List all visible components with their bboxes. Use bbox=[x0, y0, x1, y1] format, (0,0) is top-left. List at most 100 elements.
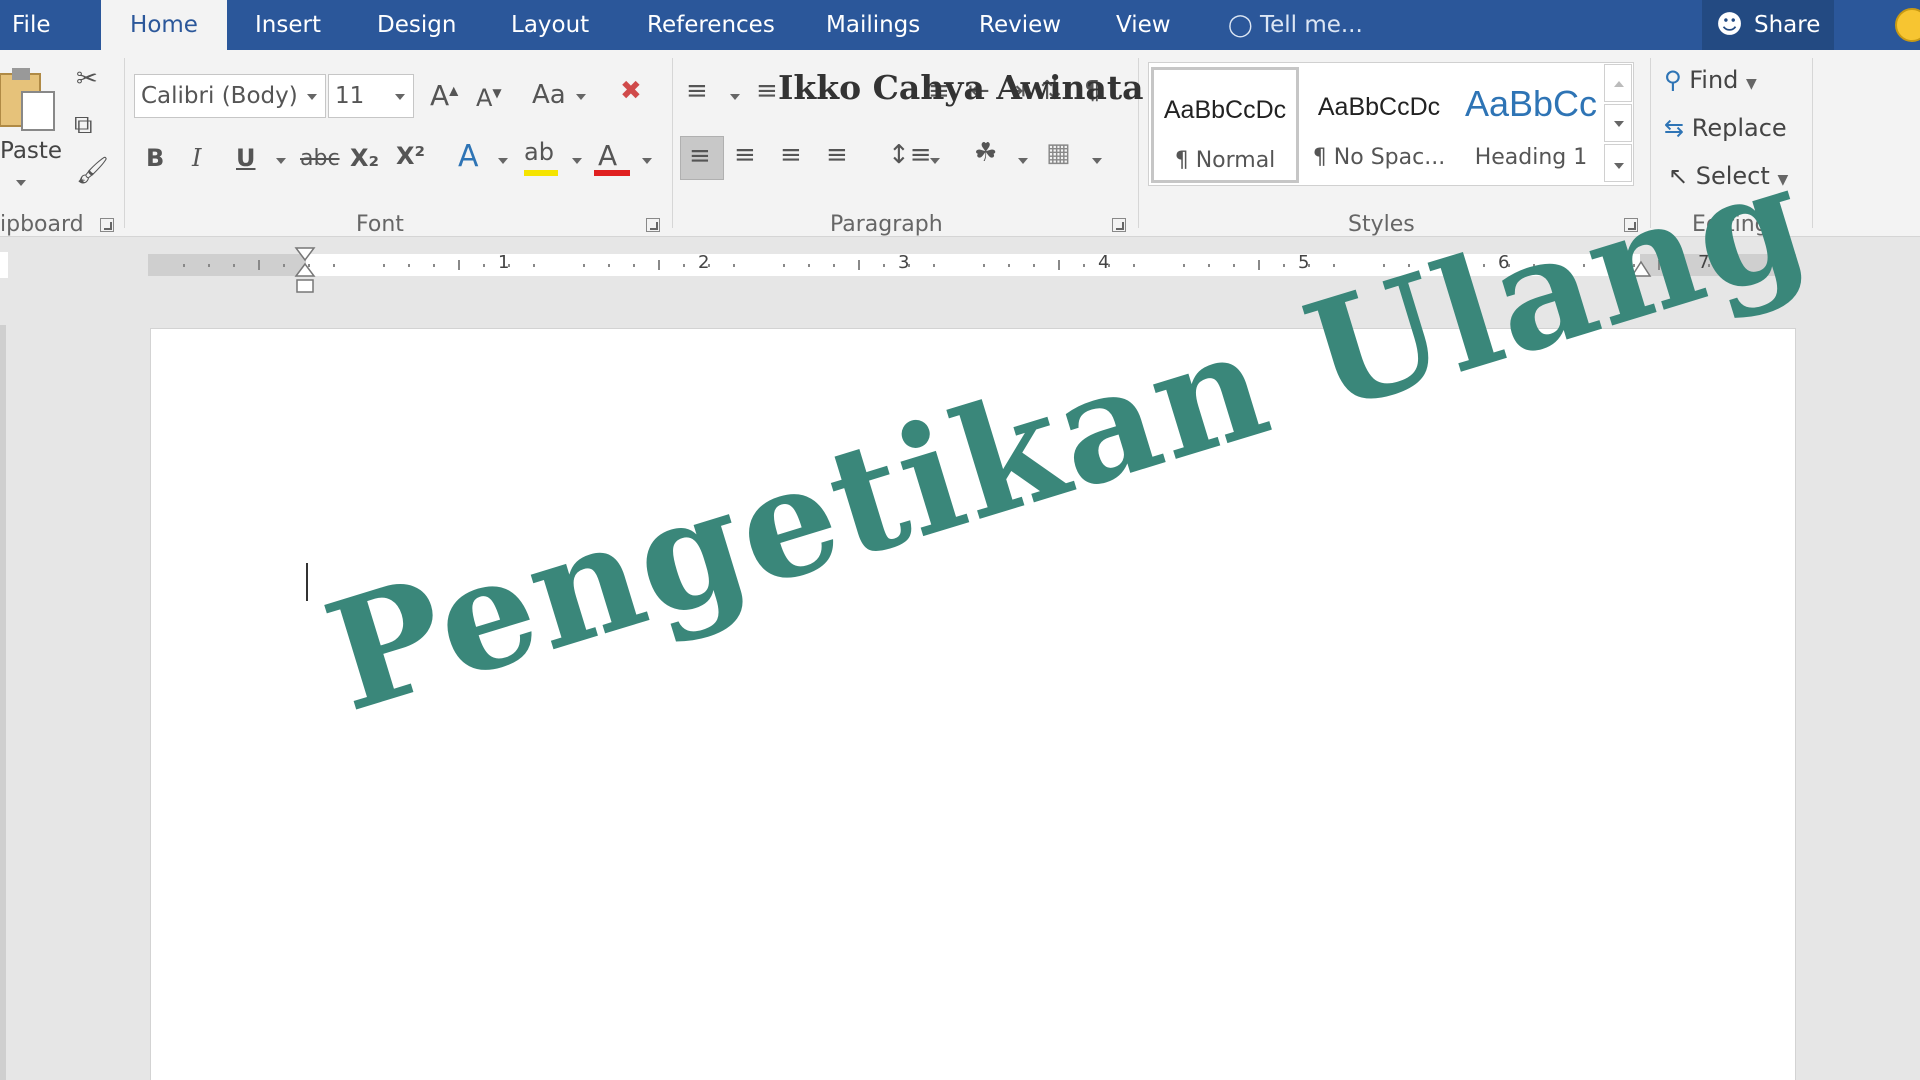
ruler-tick bbox=[183, 263, 185, 267]
ruler-tick bbox=[658, 260, 660, 270]
align-right-icon[interactable]: ≡ bbox=[780, 142, 802, 168]
ruler-tick bbox=[858, 260, 860, 270]
tab-mailings[interactable]: Mailings bbox=[826, 0, 920, 50]
tell-me-box[interactable]: ◯ Tell me... bbox=[1228, 0, 1363, 50]
clear-formatting-icon[interactable]: ✖ bbox=[620, 78, 642, 104]
text-effects-icon[interactable]: A bbox=[458, 142, 479, 172]
line-spacing-caret[interactable] bbox=[930, 158, 940, 164]
paragraph-dialog-launcher[interactable] bbox=[1112, 218, 1126, 232]
tab-view[interactable]: View bbox=[1116, 0, 1171, 50]
vertical-ruler[interactable] bbox=[0, 325, 6, 1080]
font-family-select[interactable]: Calibri (Body) bbox=[134, 74, 326, 118]
superscript-button[interactable]: X² bbox=[396, 144, 425, 168]
ruler-tick bbox=[708, 263, 710, 267]
feedback-smiley-icon[interactable] bbox=[1895, 8, 1920, 42]
tab-file[interactable]: File bbox=[12, 0, 51, 50]
ruler-tick bbox=[258, 260, 260, 270]
find-label: Find bbox=[1689, 66, 1739, 94]
borders-caret[interactable] bbox=[1092, 158, 1102, 164]
grow-font-icon[interactable]: A▲ bbox=[430, 82, 458, 110]
italic-button[interactable]: I bbox=[192, 146, 201, 170]
font-color-icon[interactable]: A bbox=[598, 142, 617, 170]
cut-icon[interactable]: ✂ bbox=[76, 66, 98, 92]
ruler-tick bbox=[1233, 263, 1235, 267]
clipboard-dialog-launcher[interactable] bbox=[100, 218, 114, 232]
share-button[interactable]: ☻ Share bbox=[1702, 0, 1834, 50]
font-color-caret[interactable] bbox=[642, 158, 652, 164]
underline-button[interactable]: U bbox=[236, 146, 256, 170]
paste-label: Paste bbox=[0, 138, 63, 164]
ruler-tick bbox=[633, 263, 635, 267]
strikethrough-button[interactable]: abc bbox=[300, 148, 340, 170]
tab-design[interactable]: Design bbox=[377, 0, 456, 50]
highlight-color-bar bbox=[524, 170, 558, 176]
style-no-spacing[interactable]: AaBbCcDc ¶ No Spac... bbox=[1305, 67, 1453, 183]
ruler-tick bbox=[608, 263, 610, 267]
tab-insert[interactable]: Insert bbox=[255, 0, 321, 50]
tab-review[interactable]: Review bbox=[979, 0, 1061, 50]
ruler-tick bbox=[1258, 260, 1260, 270]
paste-button[interactable]: Paste bbox=[0, 62, 62, 192]
font-dialog-launcher[interactable] bbox=[646, 218, 660, 232]
font-color-bar bbox=[594, 170, 630, 176]
align-center-icon[interactable]: ≡ bbox=[734, 142, 756, 168]
ruler-tick bbox=[883, 263, 885, 267]
style-heading-1[interactable]: AaBbCc Heading 1 bbox=[1457, 67, 1605, 183]
copy-icon[interactable]: ⧉ bbox=[74, 112, 93, 138]
borders-icon[interactable]: ▦ bbox=[1046, 140, 1071, 166]
font-group-label: Font bbox=[356, 212, 404, 237]
bold-button[interactable]: B bbox=[146, 146, 164, 170]
tab-layout[interactable]: Layout bbox=[511, 0, 589, 50]
styles-gallery-scroll bbox=[1604, 64, 1634, 184]
text-effects-caret[interactable] bbox=[498, 158, 508, 164]
gallery-down-button[interactable] bbox=[1604, 104, 1632, 142]
bullets-caret[interactable] bbox=[730, 94, 740, 100]
font-family-value: Calibri (Body) bbox=[141, 83, 298, 109]
numbering-icon[interactable]: ≡ bbox=[756, 78, 778, 104]
ruler-tick bbox=[933, 263, 935, 267]
subscript-label: X₂ bbox=[350, 144, 380, 172]
change-case-caret[interactable] bbox=[576, 94, 586, 100]
font-size-select[interactable]: 11 bbox=[328, 74, 414, 118]
style-sample: AaBbCcDc bbox=[1317, 93, 1441, 121]
ruler-tick bbox=[233, 263, 235, 267]
bullets-icon[interactable]: ≡ bbox=[686, 78, 708, 104]
gallery-up-button[interactable] bbox=[1604, 64, 1632, 102]
ruler-number: 1 bbox=[498, 252, 510, 273]
style-sample: AaBbCc bbox=[1464, 83, 1598, 124]
bold-label: B bbox=[146, 144, 165, 172]
ruler-tick bbox=[283, 263, 285, 267]
ruler-tick bbox=[1208, 263, 1210, 267]
tab-home[interactable]: Home bbox=[101, 0, 227, 50]
change-case-button[interactable]: Aa bbox=[532, 82, 566, 108]
style-normal[interactable]: AaBbCcDc ¶ Normal bbox=[1151, 67, 1299, 183]
tell-me-label: Tell me... bbox=[1259, 12, 1363, 38]
style-name: ¶ Normal bbox=[1174, 148, 1276, 173]
shrink-font-icon[interactable]: A▼ bbox=[476, 86, 502, 110]
ruler-tick bbox=[1083, 263, 1085, 267]
tab-references[interactable]: References bbox=[647, 0, 775, 50]
ruler-tick bbox=[533, 263, 535, 267]
subscript-button[interactable]: X₂ bbox=[350, 146, 379, 170]
chevron-down-icon bbox=[307, 94, 317, 100]
font-size-value: 11 bbox=[335, 83, 365, 109]
underline-caret[interactable] bbox=[276, 158, 286, 164]
shading-caret[interactable] bbox=[1018, 158, 1028, 164]
first-line-indent-marker[interactable] bbox=[294, 246, 316, 298]
find-button[interactable]: ⚲ Find ▼ bbox=[1664, 66, 1757, 94]
chevron-down-icon: ▼ bbox=[1746, 76, 1757, 92]
chevron-up-icon bbox=[1614, 81, 1624, 87]
ruler-tick bbox=[783, 263, 785, 267]
ruler-tick bbox=[833, 263, 835, 267]
justify-icon[interactable]: ≡ bbox=[826, 142, 848, 168]
align-left-button[interactable]: ≡ bbox=[680, 136, 724, 180]
style-sample: AaBbCcDc bbox=[1163, 96, 1287, 124]
line-spacing-icon[interactable]: ↕≡ bbox=[888, 142, 932, 168]
ruler-tick bbox=[983, 263, 985, 267]
shading-icon[interactable]: ☘ bbox=[974, 140, 997, 166]
highlight-caret[interactable] bbox=[572, 158, 582, 164]
replace-icon: ⇆ bbox=[1664, 114, 1685, 142]
highlight-icon[interactable]: ab bbox=[524, 140, 554, 164]
ruler-tick bbox=[733, 263, 735, 267]
format-painter-icon[interactable]: 🖌 bbox=[76, 158, 109, 184]
